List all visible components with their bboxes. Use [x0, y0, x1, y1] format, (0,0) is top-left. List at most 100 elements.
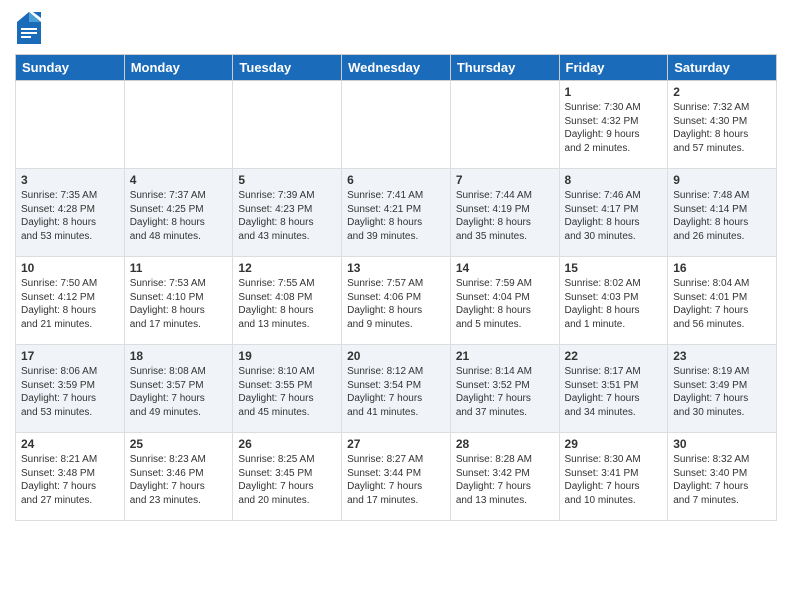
day-number: 7 [456, 173, 554, 187]
page-container: Sunday Monday Tuesday Wednesday Thursday… [0, 0, 792, 526]
day-number: 15 [565, 261, 663, 275]
day-detail: Sunrise: 7:37 AM Sunset: 4:25 PM Dayligh… [130, 189, 228, 243]
day-number: 30 [673, 437, 771, 451]
calendar-cell: 21Sunrise: 8:14 AM Sunset: 3:52 PM Dayli… [450, 345, 559, 433]
day-detail: Sunrise: 7:35 AM Sunset: 4:28 PM Dayligh… [21, 189, 119, 243]
day-number: 16 [673, 261, 771, 275]
day-detail: Sunrise: 8:10 AM Sunset: 3:55 PM Dayligh… [238, 365, 336, 419]
day-detail: Sunrise: 8:28 AM Sunset: 3:42 PM Dayligh… [456, 453, 554, 507]
day-detail: Sunrise: 8:08 AM Sunset: 3:57 PM Dayligh… [130, 365, 228, 419]
day-number: 25 [130, 437, 228, 451]
day-detail: Sunrise: 8:12 AM Sunset: 3:54 PM Dayligh… [347, 365, 445, 419]
calendar-week-row: 24 Sunrise: 8:21 AM Sunset: 3:48 PM Dayli… [16, 433, 777, 521]
day-number: 20 [347, 349, 445, 363]
day-number: 13 [347, 261, 445, 275]
day-number: 24 [21, 437, 119, 451]
calendar-cell [342, 81, 451, 169]
calendar-cell: 7 Sunrise: 7:44 AM Sunset: 4:19 PM Daylig… [450, 169, 559, 257]
calendar-cell [124, 81, 233, 169]
day-number: 23 [673, 349, 771, 363]
calendar-cell: 27Sunrise: 8:27 AM Sunset: 3:44 PM Dayli… [342, 433, 451, 521]
day-detail: Sunrise: 8:19 AM Sunset: 3:49 PM Dayligh… [673, 365, 771, 419]
calendar-cell: 16 Sunrise: 8:04 AM Sunset: 4:01 PM Dayli… [668, 257, 777, 345]
calendar-cell: 22Sunrise: 8:17 AM Sunset: 3:51 PM Dayli… [559, 345, 668, 433]
calendar-cell: 30 Sunrise: 8:32 AM Sunset: 3:40 PM Dayli… [668, 433, 777, 521]
day-detail: Sunrise: 7:55 AM Sunset: 4:08 PM Dayligh… [238, 277, 336, 331]
col-sunday: Sunday [16, 55, 125, 81]
col-tuesday: Tuesday [233, 55, 342, 81]
day-number: 11 [130, 261, 228, 275]
calendar-week-row: 10 Sunrise: 7:50 AM Sunset: 4:12 PM Dayli… [16, 257, 777, 345]
day-detail: Sunrise: 7:46 AM Sunset: 4:17 PM Dayligh… [565, 189, 663, 243]
calendar-cell: 6 Sunrise: 7:41 AM Sunset: 4:21 PM Daylig… [342, 169, 451, 257]
calendar-cell: 29 Sunrise: 8:30 AM Sunset: 3:41 PM Dayli… [559, 433, 668, 521]
col-thursday: Thursday [450, 55, 559, 81]
calendar-cell: 12 Sunrise: 7:55 AM Sunset: 4:08 PM Dayli… [233, 257, 342, 345]
day-detail: Sunrise: 7:44 AM Sunset: 4:19 PM Dayligh… [456, 189, 554, 243]
day-detail: Sunrise: 7:48 AM Sunset: 4:14 PM Dayligh… [673, 189, 771, 243]
day-number: 1 [565, 85, 663, 99]
calendar-cell: 14 Sunrise: 7:59 AM Sunset: 4:04 PM Dayli… [450, 257, 559, 345]
calendar-table: Sunday Monday Tuesday Wednesday Thursday… [15, 54, 777, 521]
day-number: 19 [238, 349, 336, 363]
day-detail: Sunrise: 7:39 AM Sunset: 4:23 PM Dayligh… [238, 189, 336, 243]
day-number: 5 [238, 173, 336, 187]
day-detail: Sunrise: 7:32 AM Sunset: 4:30 PM Dayligh… [673, 101, 771, 155]
calendar-cell: 11 Sunrise: 7:53 AM Sunset: 4:10 PM Dayli… [124, 257, 233, 345]
day-number: 18 [130, 349, 228, 363]
col-saturday: Saturday [668, 55, 777, 81]
col-wednesday: Wednesday [342, 55, 451, 81]
day-number: 29 [565, 437, 663, 451]
calendar-cell: 20 Sunrise: 8:12 AM Sunset: 3:54 PM Dayli… [342, 345, 451, 433]
calendar-cell: 5 Sunrise: 7:39 AM Sunset: 4:23 PM Daylig… [233, 169, 342, 257]
calendar-cell: 15 Sunrise: 8:02 AM Sunset: 4:03 PM Dayli… [559, 257, 668, 345]
day-number: 14 [456, 261, 554, 275]
day-detail: Sunrise: 7:30 AM Sunset: 4:32 PM Dayligh… [565, 101, 663, 155]
logo-icon [15, 10, 43, 46]
calendar-cell: 28 Sunrise: 8:28 AM Sunset: 3:42 PM Dayli… [450, 433, 559, 521]
calendar-cell: 2 Sunrise: 7:32 AM Sunset: 4:30 PM Daylig… [668, 81, 777, 169]
calendar-cell: 17Sunrise: 8:06 AM Sunset: 3:59 PM Dayli… [16, 345, 125, 433]
calendar-cell: 3 Sunrise: 7:35 AM Sunset: 4:28 PM Daylig… [16, 169, 125, 257]
day-number: 4 [130, 173, 228, 187]
day-number: 22 [565, 349, 663, 363]
day-detail: Sunrise: 7:59 AM Sunset: 4:04 PM Dayligh… [456, 277, 554, 331]
calendar-week-row: 1 Sunrise: 7:30 AM Sunset: 4:32 PM Daylig… [16, 81, 777, 169]
calendar-cell: 26Sunrise: 8:25 AM Sunset: 3:45 PM Dayli… [233, 433, 342, 521]
day-number: 3 [21, 173, 119, 187]
day-detail: Sunrise: 7:41 AM Sunset: 4:21 PM Dayligh… [347, 189, 445, 243]
day-number: 6 [347, 173, 445, 187]
day-number: 2 [673, 85, 771, 99]
calendar-cell [16, 81, 125, 169]
day-detail: Sunrise: 8:30 AM Sunset: 3:41 PM Dayligh… [565, 453, 663, 507]
calendar-cell: 24 Sunrise: 8:21 AM Sunset: 3:48 PM Dayli… [16, 433, 125, 521]
day-number: 12 [238, 261, 336, 275]
day-detail: Sunrise: 7:50 AM Sunset: 4:12 PM Dayligh… [21, 277, 119, 331]
calendar-cell: 10 Sunrise: 7:50 AM Sunset: 4:12 PM Dayli… [16, 257, 125, 345]
calendar-cell: 18 Sunrise: 8:08 AM Sunset: 3:57 PM Dayli… [124, 345, 233, 433]
day-number: 28 [456, 437, 554, 451]
day-detail: Sunrise: 8:02 AM Sunset: 4:03 PM Dayligh… [565, 277, 663, 331]
day-detail: Sunrise: 8:25 AM Sunset: 3:45 PM Dayligh… [238, 453, 336, 507]
calendar-week-row: 3 Sunrise: 7:35 AM Sunset: 4:28 PM Daylig… [16, 169, 777, 257]
col-friday: Friday [559, 55, 668, 81]
day-detail: Sunrise: 8:23 AM Sunset: 3:46 PM Dayligh… [130, 453, 228, 507]
day-detail: Sunrise: 7:57 AM Sunset: 4:06 PM Dayligh… [347, 277, 445, 331]
calendar-cell: 4 Sunrise: 7:37 AM Sunset: 4:25 PM Daylig… [124, 169, 233, 257]
calendar-cell: 8 Sunrise: 7:46 AM Sunset: 4:17 PM Daylig… [559, 169, 668, 257]
day-number: 21 [456, 349, 554, 363]
day-detail: Sunrise: 7:53 AM Sunset: 4:10 PM Dayligh… [130, 277, 228, 331]
day-number: 8 [565, 173, 663, 187]
day-detail: Sunrise: 8:04 AM Sunset: 4:01 PM Dayligh… [673, 277, 771, 331]
calendar-cell: 25 Sunrise: 8:23 AM Sunset: 3:46 PM Dayli… [124, 433, 233, 521]
day-number: 9 [673, 173, 771, 187]
day-number: 27 [347, 437, 445, 451]
calendar-cell: 9 Sunrise: 7:48 AM Sunset: 4:14 PM Daylig… [668, 169, 777, 257]
calendar-cell: 13 Sunrise: 7:57 AM Sunset: 4:06 PM Dayli… [342, 257, 451, 345]
day-detail: Sunrise: 8:32 AM Sunset: 3:40 PM Dayligh… [673, 453, 771, 507]
day-detail: Sunrise: 8:21 AM Sunset: 3:48 PM Dayligh… [21, 453, 119, 507]
calendar-week-row: 17Sunrise: 8:06 AM Sunset: 3:59 PM Dayli… [16, 345, 777, 433]
page-header [15, 10, 777, 46]
day-number: 10 [21, 261, 119, 275]
calendar-cell [233, 81, 342, 169]
